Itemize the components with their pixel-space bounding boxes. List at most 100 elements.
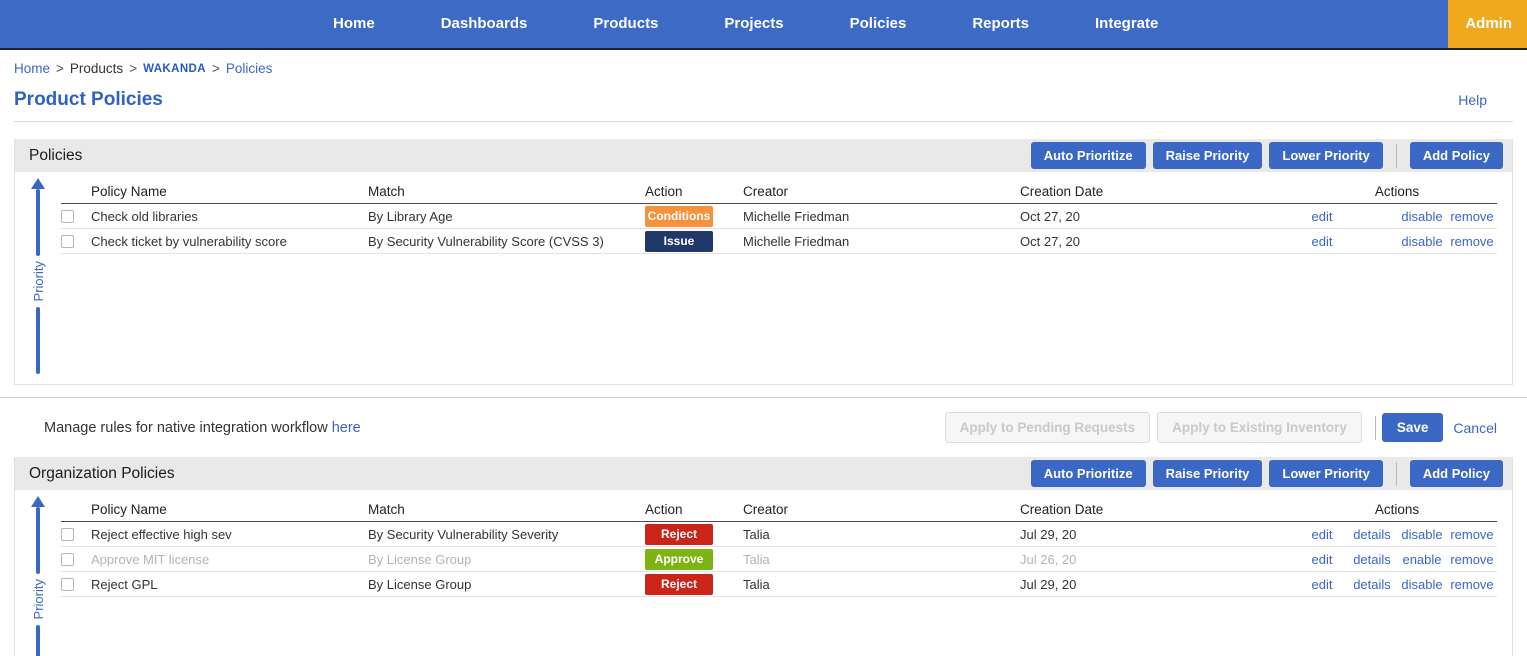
enable-link[interactable]: enable [1402, 552, 1441, 567]
organization-policies-table: Policy Name Match Action Creator Creatio… [61, 497, 1512, 656]
breadcrumb-separator: > [129, 61, 137, 76]
help-link[interactable]: Help [1458, 92, 1487, 108]
manage-rules-text: Manage rules for native integration work… [44, 420, 361, 436]
policy-name: Reject effective high sev [91, 527, 368, 542]
priority-arrow-line [36, 625, 40, 656]
nav-item-integrate[interactable]: Integrate [1062, 0, 1191, 48]
add-policy-button[interactable]: Add Policy [1410, 142, 1503, 169]
remove-link[interactable]: remove [1450, 577, 1493, 592]
priority-arrow-head-icon [31, 178, 45, 189]
row-checkbox[interactable] [61, 578, 74, 591]
breadcrumb-separator: > [56, 61, 64, 76]
nav-item-reports[interactable]: Reports [939, 0, 1062, 48]
col-header-actions: Actions [1297, 184, 1497, 199]
title-divider [14, 121, 1513, 122]
add-policy-button[interactable]: Add Policy [1410, 460, 1503, 487]
disable-link[interactable]: disable [1401, 209, 1442, 224]
policy-creator: Michelle Friedman [743, 209, 1020, 224]
apply-existing-inventory-button[interactable]: Apply to Existing Inventory [1157, 412, 1362, 443]
save-button[interactable]: Save [1382, 413, 1444, 442]
product-policies-section: Policies Auto Prioritize Raise Priority … [14, 139, 1513, 385]
table-row: Reject GPL By License Group Reject Talia… [61, 572, 1497, 597]
apply-pending-requests-button[interactable]: Apply to Pending Requests [945, 412, 1151, 443]
edit-link[interactable]: edit [1312, 527, 1333, 542]
auto-prioritize-button[interactable]: Auto Prioritize [1031, 460, 1146, 487]
edit-link[interactable]: edit [1312, 577, 1333, 592]
lower-priority-button[interactable]: Lower Priority [1269, 460, 1382, 487]
col-header-actions: Actions [1297, 502, 1497, 517]
action-badge-conditions[interactable]: Conditions [645, 206, 713, 227]
policy-creation-date: Oct 27, 20 [1020, 234, 1297, 249]
nav-item-admin[interactable]: Admin [1448, 0, 1527, 48]
details-link[interactable]: details [1353, 527, 1391, 542]
nav-item-dashboards[interactable]: Dashboards [408, 0, 561, 48]
remove-link[interactable]: remove [1450, 552, 1493, 567]
priority-arrow-line [36, 507, 40, 574]
breadcrumb: Home > Products > WAKANDA > Policies [14, 61, 1527, 76]
priority-gutter: Priority [15, 172, 61, 384]
organization-policies-header: Organization Policies Auto Prioritize Ra… [15, 457, 1512, 490]
col-header-policy-name: Policy Name [91, 502, 368, 517]
details-link[interactable]: details [1353, 577, 1391, 592]
manage-rules-bar: Manage rules for native integration work… [0, 398, 1527, 457]
col-header-creation-date: Creation Date [1020, 184, 1297, 199]
nav-item-home[interactable]: Home [300, 0, 408, 48]
lower-priority-button[interactable]: Lower Priority [1269, 142, 1382, 169]
col-header-creator: Creator [743, 184, 1020, 199]
table-header-row: Policy Name Match Action Creator Creatio… [61, 179, 1497, 204]
product-policies-table: Policy Name Match Action Creator Creatio… [61, 179, 1512, 384]
policy-creation-date: Jul 26, 20 [1020, 552, 1297, 567]
details-link[interactable]: details [1353, 552, 1391, 567]
breadcrumb-policies[interactable]: Policies [226, 61, 273, 76]
action-badge-approve[interactable]: Approve [645, 549, 713, 570]
row-checkbox[interactable] [61, 553, 74, 566]
action-badge-reject[interactable]: Reject [645, 524, 713, 545]
breadcrumb-separator: > [212, 61, 220, 76]
policy-creator: Talia [743, 552, 1020, 567]
priority-label: Priority [31, 261, 46, 301]
action-badge-issue[interactable]: Issue [645, 231, 713, 252]
manage-rules-here-link[interactable]: here [332, 420, 361, 436]
remove-link[interactable]: remove [1450, 234, 1493, 249]
nav-item-policies[interactable]: Policies [817, 0, 940, 48]
edit-link[interactable]: edit [1312, 552, 1333, 567]
policy-creator: Talia [743, 577, 1020, 592]
col-header-action: Action [645, 184, 743, 199]
policy-creator: Talia [743, 527, 1020, 542]
disable-link[interactable]: disable [1401, 234, 1442, 249]
edit-link[interactable]: edit [1312, 234, 1333, 249]
col-header-match: Match [368, 184, 645, 199]
organization-policies-section: Organization Policies Auto Prioritize Ra… [14, 457, 1513, 656]
disable-link[interactable]: disable [1401, 577, 1442, 592]
raise-priority-button[interactable]: Raise Priority [1153, 460, 1263, 487]
policy-name: Reject GPL [91, 577, 368, 592]
cancel-link[interactable]: Cancel [1453, 420, 1497, 436]
disable-link[interactable]: disable [1401, 527, 1442, 542]
row-checkbox[interactable] [61, 235, 74, 248]
page-title: Product Policies [14, 89, 163, 111]
auto-prioritize-button[interactable]: Auto Prioritize [1031, 142, 1146, 169]
table-row-disabled: Approve MIT license By License Group App… [61, 547, 1497, 572]
remove-link[interactable]: remove [1450, 209, 1493, 224]
table-row: Check ticket by vulnerability score By S… [61, 229, 1497, 254]
product-policies-header: Policies Auto Prioritize Raise Priority … [15, 139, 1512, 172]
breadcrumb-home[interactable]: Home [14, 61, 50, 76]
table-header-row: Policy Name Match Action Creator Creatio… [61, 497, 1497, 522]
edit-link[interactable]: edit [1312, 209, 1333, 224]
nav-item-projects[interactable]: Projects [691, 0, 816, 48]
breadcrumb-product-name[interactable]: WAKANDA [143, 63, 206, 75]
remove-link[interactable]: remove [1450, 527, 1493, 542]
policy-creator: Michelle Friedman [743, 234, 1020, 249]
raise-priority-button[interactable]: Raise Priority [1153, 142, 1263, 169]
col-header-policy-name: Policy Name [91, 184, 368, 199]
col-header-match: Match [368, 502, 645, 517]
breadcrumb-products[interactable]: Products [70, 61, 123, 76]
row-checkbox[interactable] [61, 528, 74, 541]
action-badge-reject[interactable]: Reject [645, 574, 713, 595]
nav-item-products[interactable]: Products [560, 0, 691, 48]
button-divider [1396, 144, 1397, 168]
priority-arrow: Priority [31, 496, 46, 656]
policy-name: Check old libraries [91, 209, 368, 224]
policy-name: Check ticket by vulnerability score [91, 234, 368, 249]
row-checkbox[interactable] [61, 210, 74, 223]
